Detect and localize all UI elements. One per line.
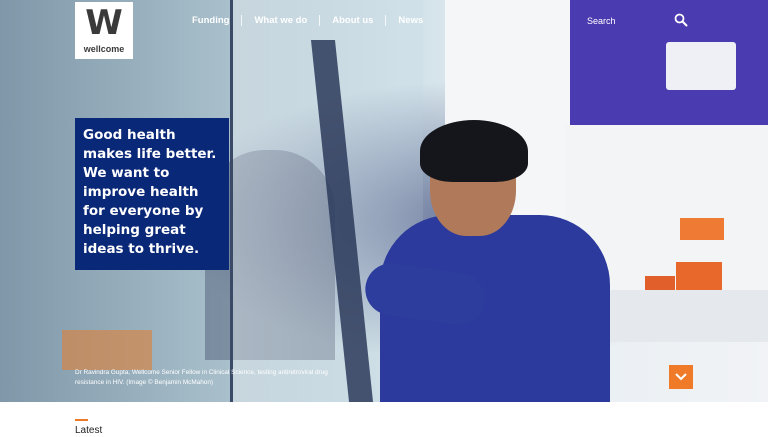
scientist-hair bbox=[420, 120, 528, 182]
latest-accent-rule bbox=[75, 419, 88, 421]
logo-mark: W bbox=[85, 3, 123, 43]
hero-headline: Good health makes life better. We want t… bbox=[83, 127, 217, 257]
search-label[interactable]: Search bbox=[587, 16, 616, 26]
nav-item-news[interactable]: News bbox=[386, 15, 435, 26]
nav-item-funding[interactable]: Funding bbox=[180, 15, 241, 26]
scroll-down-button[interactable] bbox=[669, 365, 693, 389]
main-nav: Funding What we do About us News bbox=[180, 15, 435, 26]
orange-box bbox=[645, 276, 675, 290]
orange-tray bbox=[62, 330, 152, 370]
orange-box bbox=[680, 218, 724, 240]
search-icon[interactable] bbox=[674, 13, 688, 27]
wellcome-logo[interactable]: W wellcome bbox=[75, 2, 133, 59]
logo-text: wellcome bbox=[83, 44, 125, 54]
latest-heading: Latest bbox=[75, 425, 103, 436]
nav-item-about-us[interactable]: About us bbox=[320, 15, 385, 26]
nav-item-what-we-do[interactable]: What we do bbox=[242, 15, 319, 26]
image-caption: Dr Ravindra Gupta, Wellcome Senior Fello… bbox=[75, 369, 328, 386]
equipment-display bbox=[666, 42, 736, 90]
lab-bench bbox=[595, 290, 768, 342]
orange-box bbox=[676, 262, 722, 290]
hero-callout: Good health makes life better. We want t… bbox=[75, 118, 229, 270]
chevron-down-icon bbox=[675, 373, 687, 381]
